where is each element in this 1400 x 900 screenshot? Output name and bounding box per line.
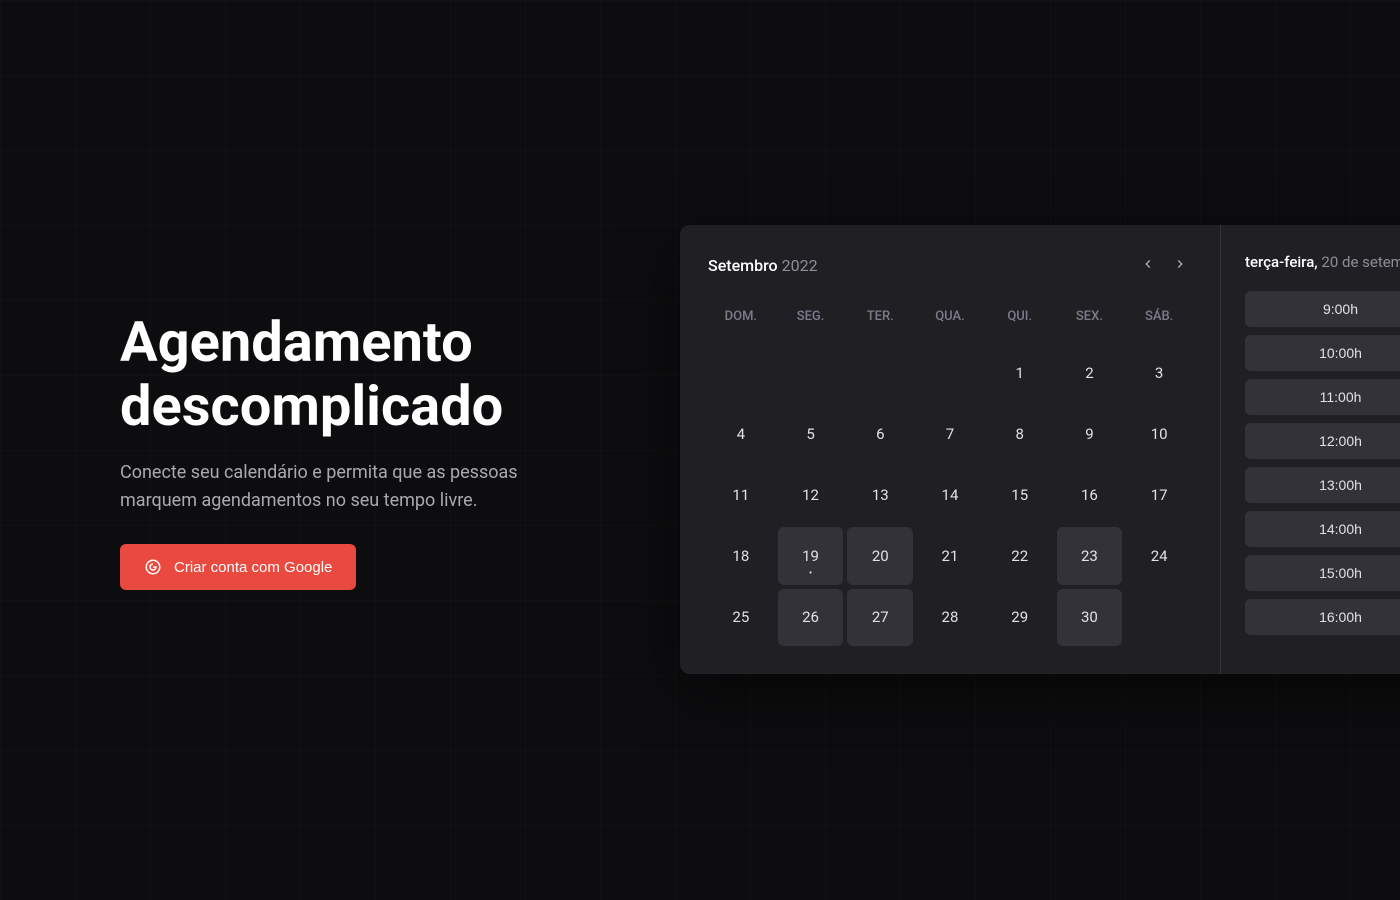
calendar-day[interactable]: 29: [987, 589, 1053, 646]
chevron-right-icon: [1173, 257, 1187, 274]
calendar-day[interactable]: 25: [708, 589, 774, 646]
selected-date-label: 20 de setembro: [1321, 253, 1400, 271]
calendar-day[interactable]: 19: [778, 527, 844, 584]
calendar-day[interactable]: 6: [847, 405, 913, 462]
calendar-day[interactable]: 8: [987, 405, 1053, 462]
calendar-prev-button[interactable]: [1136, 253, 1160, 277]
calendar-month-year: Setembro 2022: [708, 256, 818, 275]
time-slot-button[interactable]: 14:00h: [1245, 511, 1400, 547]
time-slot-button[interactable]: 16:00h: [1245, 599, 1400, 635]
calendar-day[interactable]: 22: [987, 527, 1053, 584]
calendar-day-empty: [708, 344, 774, 401]
calendar-day-empty: [1126, 589, 1192, 646]
calendar-day[interactable]: 18: [708, 527, 774, 584]
calendar-day[interactable]: 14: [917, 466, 983, 523]
calendar-day[interactable]: 16: [1057, 466, 1123, 523]
calendar-day[interactable]: 20: [847, 527, 913, 584]
calendar-year-label: 2022: [782, 256, 818, 275]
calendar-day[interactable]: 28: [917, 589, 983, 646]
create-account-google-button[interactable]: Criar conta com Google: [120, 544, 356, 590]
time-panel-header: terça-feira, 20 de setembro: [1245, 253, 1400, 271]
weekday-header: DOM.: [708, 301, 774, 332]
time-slot-button[interactable]: 13:00h: [1245, 467, 1400, 503]
weekday-header: SEX.: [1057, 301, 1123, 332]
time-slot-button[interactable]: 11:00h: [1245, 379, 1400, 415]
calendar-day[interactable]: 1: [987, 344, 1053, 401]
calendar-day[interactable]: 9: [1057, 405, 1123, 462]
calendar-day[interactable]: 7: [917, 405, 983, 462]
calendar-day[interactable]: 2: [1057, 344, 1123, 401]
weekday-header: QUA.: [917, 301, 983, 332]
calendar-day[interactable]: 24: [1126, 527, 1192, 584]
weekday-header: TER.: [847, 301, 913, 332]
time-slot-button[interactable]: 12:00h: [1245, 423, 1400, 459]
calendar-day[interactable]: 10: [1126, 405, 1192, 462]
cta-label: Criar conta com Google: [174, 559, 332, 576]
calendar-day[interactable]: 5: [778, 405, 844, 462]
calendar-day[interactable]: 13: [847, 466, 913, 523]
time-slot-button[interactable]: 15:00h: [1245, 555, 1400, 591]
calendar-day[interactable]: 21: [917, 527, 983, 584]
calendar-day[interactable]: 26: [778, 589, 844, 646]
google-icon: [144, 558, 162, 576]
weekday-header: SEG.: [778, 301, 844, 332]
calendar-day-empty: [847, 344, 913, 401]
calendar-day[interactable]: 27: [847, 589, 913, 646]
calendar-day[interactable]: 15: [987, 466, 1053, 523]
calendar-day[interactable]: 4: [708, 405, 774, 462]
time-slot-button[interactable]: 10:00h: [1245, 335, 1400, 371]
weekday-header: QUI.: [987, 301, 1053, 332]
chevron-left-icon: [1141, 257, 1155, 274]
time-slot-button[interactable]: 9:00h: [1245, 291, 1400, 327]
calendar-day-empty: [917, 344, 983, 401]
hero-title: Agendamento descomplicado: [120, 310, 600, 439]
calendar-day[interactable]: 11: [708, 466, 774, 523]
calendar-day[interactable]: 30: [1057, 589, 1123, 646]
selected-weekday-label: terça-feira,: [1245, 253, 1318, 271]
calendar-next-button[interactable]: [1168, 253, 1192, 277]
calendar-widget: Setembro 2022 DOM: [680, 225, 1400, 674]
calendar-month-label: Setembro: [708, 256, 778, 275]
weekday-header: SÁB.: [1126, 301, 1192, 332]
calendar-day-empty: [778, 344, 844, 401]
calendar-day[interactable]: 12: [778, 466, 844, 523]
hero-subtitle: Conecte seu calendário e permita que as …: [120, 459, 570, 517]
calendar-day[interactable]: 3: [1126, 344, 1192, 401]
calendar-day[interactable]: 23: [1057, 527, 1123, 584]
calendar-day[interactable]: 17: [1126, 466, 1192, 523]
